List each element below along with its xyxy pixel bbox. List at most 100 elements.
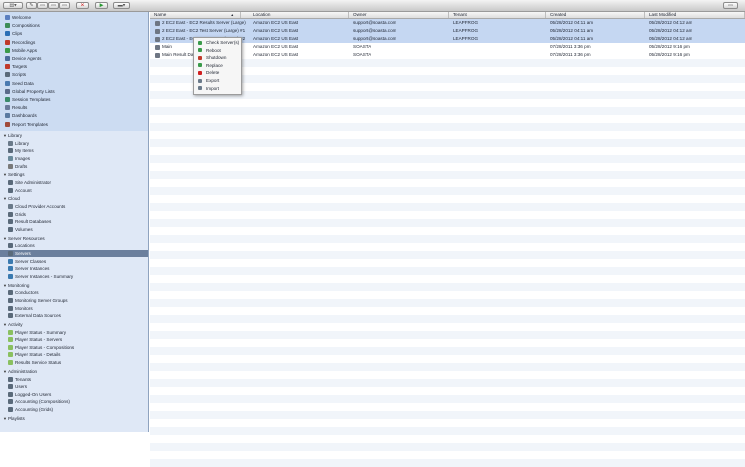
sidebar-section-header[interactable]: ▼Server Resources: [3, 235, 45, 242]
edit-button[interactable]: ✎: [26, 2, 37, 9]
duplicate-button[interactable]: ▭: [48, 2, 59, 9]
play-button[interactable]: ▶: [95, 2, 108, 9]
play-icon: ▶: [99, 2, 104, 8]
context-menu-item[interactable]: Shutdown: [194, 54, 241, 61]
device-agents-icon: [5, 56, 10, 61]
sidebar-item-label: Drafts: [15, 163, 28, 169]
monitors-icon: [8, 305, 13, 311]
scripts-icon: [5, 72, 10, 78]
column-header-last-modified[interactable]: Last Modified: [645, 12, 745, 18]
empty-row: [150, 139, 745, 147]
sidebar-item-label: Seed Data: [12, 80, 34, 86]
sidebar-item-label: Servers: [15, 251, 31, 256]
volumes-icon: [8, 226, 13, 232]
table-header: Name ▲ Location Owner Tenant Created Las…: [150, 12, 745, 19]
delete-button[interactable]: ✕: [76, 2, 89, 9]
sidebar-section-header[interactable]: ▼Library: [3, 132, 22, 139]
sidebar-section-title: Cloud: [7, 196, 20, 202]
view-options-button[interactable]: ▬▾: [113, 2, 130, 9]
sidebar: Welcome Compositions Clips Recordings Mobile…: [0, 12, 149, 432]
empty-row: [150, 155, 745, 163]
copy-button[interactable]: ▭: [37, 2, 48, 9]
sidebar-item-label: Tenants: [15, 376, 32, 382]
table-cell-last-modified: 05/28/2012 9:16 pm: [649, 52, 690, 57]
table-cell-location: Amazon EC2 US East: [253, 52, 299, 57]
sidebar-item-label: Logged-On Users: [15, 391, 52, 397]
disclosure-triangle-icon[interactable]: ▼: [3, 236, 7, 241]
sidebar-section-header[interactable]: ▼Monitoring: [3, 282, 29, 289]
edit-icon: ✎: [29, 2, 34, 8]
sidebar-section-header[interactable]: ▼Settings: [3, 171, 25, 178]
folder-button[interactable]: ▭: [59, 2, 70, 9]
table-cell-location: Amazon EC2 US East: [253, 44, 299, 49]
sidebar-section-title: Server Resources: [7, 235, 45, 241]
sidebar-item-label: Server Classes: [15, 258, 47, 264]
session-templates-icon: [5, 97, 10, 102]
sidebar-item-label: Results: [12, 105, 28, 111]
shutdown-icon: [198, 55, 202, 60]
empty-row: [150, 219, 745, 227]
server-icon: [155, 36, 160, 42]
table-cell-name: Main: [162, 44, 172, 49]
sidebar-section-header[interactable]: ▼Playlists: [3, 415, 25, 422]
sidebar-item-label: Account: [15, 187, 32, 193]
check-server-icon: [198, 40, 202, 45]
window-button[interactable]: ▭: [723, 2, 738, 9]
targets-icon: [5, 64, 10, 70]
sidebar-section-header[interactable]: ▼Cloud: [3, 195, 20, 202]
context-menu-item[interactable]: Export: [194, 77, 241, 84]
context-menu-item[interactable]: Replace: [194, 62, 241, 69]
context-menu-item-label: Check Server(s): [206, 40, 240, 45]
column-header-created[interactable]: Created: [546, 12, 645, 18]
sidebar-item-label: Player Status - Summary: [15, 329, 67, 335]
property-lists-icon: [5, 88, 10, 94]
disclosure-triangle-icon[interactable]: ▼: [3, 369, 7, 374]
sidebar-item-label: Targets: [12, 64, 28, 70]
sidebar-item-label: Accounting (Grids): [15, 406, 54, 412]
server-icon: [155, 28, 160, 34]
empty-row: [150, 443, 745, 451]
delete-x-icon: ✕: [80, 2, 85, 8]
context-menu-item-label: Replace: [206, 62, 223, 68]
site-admin-icon: [8, 180, 13, 185]
sidebar-item[interactable]: Servers: [0, 250, 148, 257]
sidebar-section-header[interactable]: ▼Administration: [3, 368, 37, 375]
column-header-name[interactable]: Name ▲: [150, 12, 241, 18]
sidebar-item-label: Grids: [15, 211, 26, 217]
sidebar-item-label: Conductors: [15, 290, 39, 296]
disclosure-triangle-icon[interactable]: ▼: [3, 133, 7, 138]
disclosure-triangle-icon[interactable]: ▼: [3, 196, 7, 201]
context-menu-item[interactable]: Check Server(s): [194, 39, 241, 46]
reboot-icon: [198, 48, 202, 53]
sidebar-item-label: Accounting (Compositions): [15, 399, 70, 405]
table-cell-tenant: LEAPFROG: [453, 28, 479, 33]
empty-row: [150, 123, 745, 131]
sidebar-item-label: Locations: [15, 243, 35, 249]
recordings-icon: [5, 39, 10, 45]
sidebar-item-label: External Data Sources: [15, 313, 61, 319]
table-cell-last-modified: 05/28/2012 04:12 am: [649, 28, 693, 33]
disclosure-triangle-icon[interactable]: ▼: [3, 322, 7, 327]
empty-row: [150, 363, 745, 371]
column-header-tenant[interactable]: Tenant: [449, 12, 546, 18]
disclosure-triangle-icon[interactable]: ▼: [3, 172, 7, 177]
sidebar-item-label: Dashboards: [12, 113, 37, 119]
column-header-owner[interactable]: Owner: [349, 12, 449, 18]
table-row[interactable]: 2 EC2 East - EC2 Test Server (Large) #1 A…: [150, 27, 745, 35]
workspace-menu-button[interactable]: ▤▾: [3, 2, 23, 9]
column-header-location[interactable]: Location: [249, 12, 349, 18]
disclosure-triangle-icon[interactable]: ▼: [3, 283, 7, 288]
context-menu-item[interactable]: Reboot: [194, 47, 241, 54]
context-menu-item[interactable]: Delete: [194, 69, 241, 76]
table-row[interactable]: 2 EC2 East - EC2 Results Server (Large) A…: [150, 19, 745, 27]
disclosure-triangle-icon[interactable]: ▼: [3, 416, 7, 421]
compositions-icon: [5, 23, 10, 29]
sidebar-item-label: Users: [15, 384, 27, 390]
context-menu-item[interactable]: Import: [194, 85, 241, 92]
sidebar-item-label: Compositions: [12, 23, 40, 29]
sidebar-section-header[interactable]: ▼Activity: [3, 321, 23, 328]
table-cell-created: 07/28/2011 3:36 pm: [550, 52, 591, 57]
external-data-icon: [8, 313, 13, 319]
context-menu-item-label: Delete: [206, 70, 220, 76]
empty-row: [150, 235, 745, 243]
